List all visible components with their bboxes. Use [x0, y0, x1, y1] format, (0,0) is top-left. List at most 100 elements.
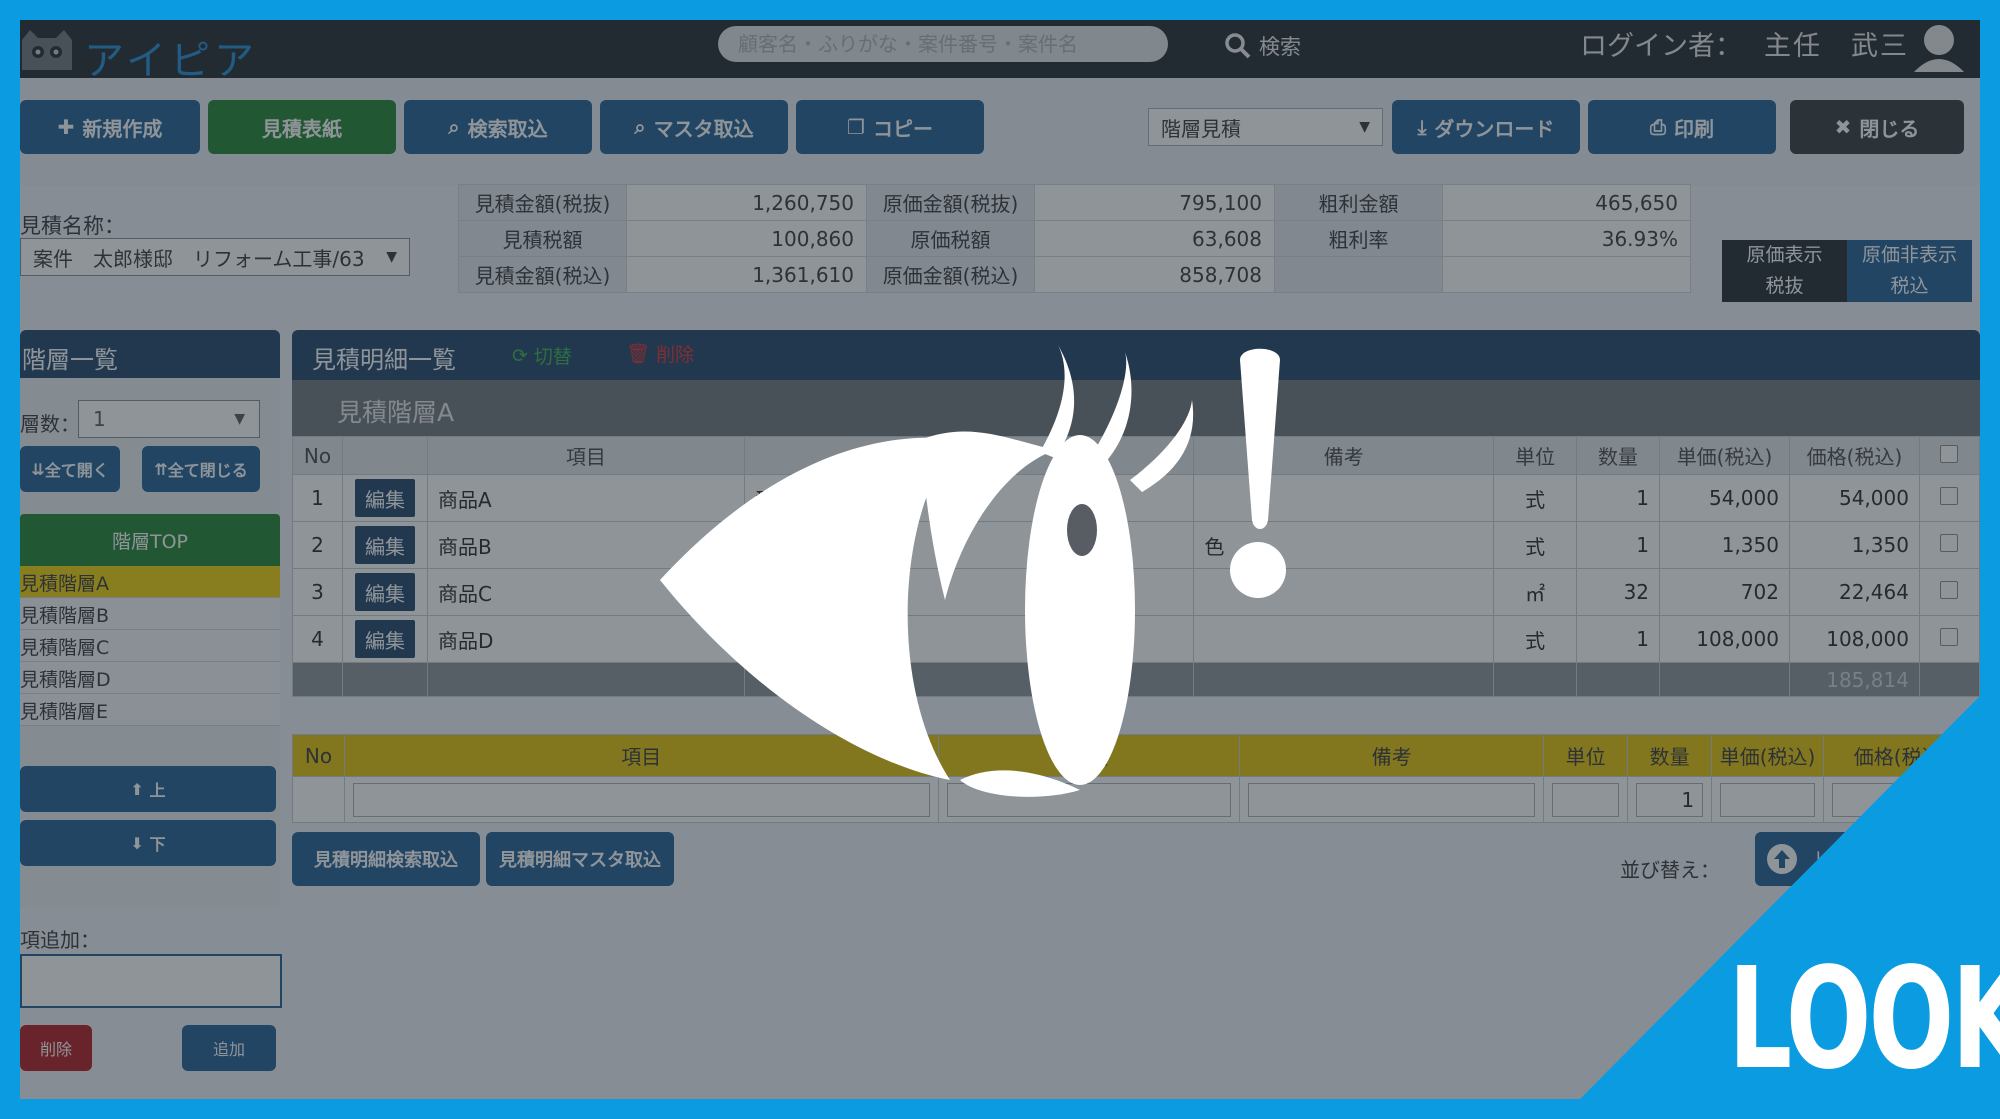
row-checkbox[interactable] — [1918, 474, 1980, 522]
column-header: 単価(税込) — [1711, 734, 1825, 777]
copy-button[interactable]: ❐ コピー — [796, 100, 984, 154]
checkbox-icon — [1940, 534, 1959, 552]
row-no: 4 — [292, 615, 343, 663]
move-up-button[interactable]: ⬆ 上 — [20, 766, 276, 812]
cost-show-toggle[interactable]: 原価表示 税抜 — [1722, 240, 1847, 302]
search-input[interactable] — [718, 26, 1168, 62]
chevrons-up-icon: ⇈ — [154, 459, 168, 479]
row-no: 3 — [292, 568, 343, 616]
search-button[interactable]: 検索 — [1225, 28, 1301, 64]
row-qty: 1 — [1576, 474, 1661, 522]
master-import-button[interactable]: ⌕ マスタ取込 — [600, 100, 788, 154]
switch-button[interactable]: ⟳ 切替 — [512, 342, 572, 369]
tree-item[interactable]: 見積階層D — [20, 662, 280, 694]
summary-label: 見積金額(税込) — [458, 256, 627, 293]
open-all-button[interactable]: ⇊ 全て開く — [20, 446, 120, 492]
entry-unit-cell — [1543, 776, 1629, 823]
print-button[interactable]: ⎙ 印刷 — [1588, 100, 1776, 154]
summary-value: 36.93% — [1442, 220, 1691, 257]
entry-no-cell — [292, 776, 345, 823]
detail-search-import-button[interactable]: 見積明細検索取込 — [292, 832, 480, 886]
edit-cell: 編集 — [341, 474, 428, 522]
edit-button[interactable]: 編集 — [354, 573, 415, 611]
summary-value: 465,650 — [1442, 184, 1691, 221]
row-no: 1 — [292, 474, 343, 522]
tree-item[interactable]: 見積階層B — [20, 598, 280, 630]
avatar-icon[interactable] — [1910, 20, 1968, 72]
add-item-input[interactable] — [20, 954, 282, 1008]
tree-top[interactable]: 階層TOP — [20, 514, 280, 566]
sidebar-delete-button[interactable]: 削除 — [20, 1025, 92, 1071]
master-import-label: マスタ取込 — [653, 116, 754, 141]
tree-item[interactable]: 見積階層A — [20, 566, 280, 598]
row-unit: 式 — [1493, 474, 1578, 522]
tree-item[interactable]: 見積階層E — [20, 694, 280, 726]
mode-select-value: 階層見積 — [1161, 116, 1241, 141]
column-header: No — [292, 436, 343, 475]
search-icon: ⌕ — [634, 115, 646, 139]
detail-master-import-button[interactable]: 見積明細マスタ取込 — [486, 832, 674, 886]
new-button[interactable]: ✚ 新規作成 — [20, 100, 200, 154]
column-header: No — [292, 734, 345, 777]
row-checkbox[interactable] — [1918, 568, 1980, 616]
column-header: 価格(税込) — [1788, 436, 1920, 475]
edit-cell: 編集 — [341, 568, 428, 616]
checkbox-icon — [1940, 487, 1959, 505]
plus-icon: ✚ — [57, 115, 75, 139]
row-unit: ㎡ — [1493, 568, 1578, 616]
edit-cell: 編集 — [341, 615, 428, 663]
levels-select[interactable]: 1 ▼ — [78, 400, 260, 438]
search-import-button[interactable]: ⌕ 検索取込 — [404, 100, 592, 154]
arrow-down-circle-icon: ⬇ — [130, 833, 144, 853]
total-cell — [341, 662, 428, 697]
sort-up-button[interactable]: 上 — [1755, 832, 1875, 886]
cost-hide-label: 原価非表示 — [1861, 244, 1957, 266]
sidebar-add-button[interactable]: 追加 — [182, 1025, 276, 1071]
cover-button[interactable]: 見積表紙 — [208, 100, 396, 154]
row-checkbox[interactable] — [1918, 521, 1980, 569]
entry-qty-input[interactable]: 1 — [1636, 782, 1704, 817]
summary-value: 858,708 — [1034, 256, 1275, 293]
column-header: 単位 — [1493, 436, 1578, 475]
download-button[interactable]: ⤓ ダウンロード — [1392, 100, 1580, 154]
row-checkbox[interactable] — [1918, 615, 1980, 663]
edit-button[interactable]: 編集 — [354, 620, 415, 658]
caret-down-icon: ▼ — [1359, 119, 1370, 135]
entry-unit-input[interactable] — [1552, 782, 1620, 817]
levels-value: 1 — [93, 407, 106, 431]
row-unit: 式 — [1493, 615, 1578, 663]
close-all-button[interactable]: ⇈ 全て閉じる — [142, 446, 260, 492]
search-import-label: 検索取込 — [467, 116, 548, 141]
entry-amount-input[interactable] — [1832, 782, 1971, 817]
total-cell — [292, 662, 343, 697]
edit-button[interactable]: 編集 — [354, 526, 415, 564]
row-amount: 54,000 — [1788, 474, 1920, 522]
print-label: 印刷 — [1674, 116, 1714, 141]
summary-label: 原価税額 — [866, 220, 1035, 257]
look-label: LOOK — [1728, 938, 2000, 1101]
edit-button[interactable]: 編集 — [354, 479, 415, 517]
move-down-button[interactable]: ⬇ 下 — [20, 820, 276, 866]
summary-label — [1274, 256, 1443, 293]
logo-icon — [22, 30, 72, 70]
mode-select[interactable]: 階層見積 ▼ — [1148, 108, 1383, 146]
row-price: 108,000 — [1659, 615, 1790, 663]
select-all-checkbox[interactable] — [1918, 436, 1980, 475]
summary-value: 1,260,750 — [626, 184, 867, 221]
column-header — [341, 436, 428, 475]
entry-price-input[interactable] — [1720, 782, 1816, 817]
row-price: 1,350 — [1659, 521, 1790, 569]
close-button[interactable]: ✖ 閉じる — [1790, 100, 1964, 154]
cost-hide-sublabel: 税込 — [1890, 275, 1929, 297]
estimate-name-select[interactable]: 案件 太郎様邸 リフォーム工事/63 ▼ — [20, 238, 410, 276]
cost-hide-toggle[interactable]: 原価非表示 税込 — [1847, 240, 1972, 302]
login-user-name: 主任 武三 — [1764, 31, 1909, 62]
download-icon: ⤓ — [1417, 115, 1427, 139]
column-header: 単価(税込) — [1659, 436, 1790, 475]
tree-item[interactable]: 見積階層C — [20, 630, 280, 662]
column-header: 単位 — [1543, 734, 1629, 777]
row-qty: 1 — [1576, 615, 1661, 663]
new-button-label: 新規作成 — [82, 116, 163, 141]
download-label: ダウンロード — [1434, 116, 1555, 141]
row-amount: 108,000 — [1788, 615, 1920, 663]
